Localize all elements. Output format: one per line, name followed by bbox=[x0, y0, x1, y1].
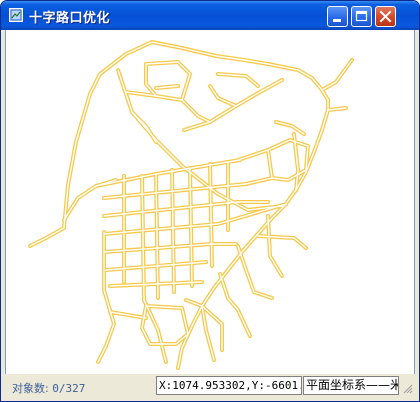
maximize-button[interactable] bbox=[351, 6, 372, 27]
road-east-link-fill bbox=[237, 149, 269, 161]
road-fill-group bbox=[29, 41, 353, 369]
close-button[interactable] bbox=[375, 6, 396, 27]
object-count-label: 对象数: bbox=[12, 382, 49, 395]
road-network-layer[interactable] bbox=[28, 40, 354, 370]
minimize-button[interactable] bbox=[327, 6, 348, 27]
road-south-link-fill bbox=[109, 311, 147, 319]
road-south-diag[interactable] bbox=[142, 298, 168, 364]
road-network-map[interactable] bbox=[6, 30, 414, 374]
status-bar: 对象数: 0/327 X:1074.953302,Y:-6601.493 平面坐… bbox=[5, 374, 415, 400]
minimize-icon bbox=[333, 19, 341, 22]
object-count: 对象数: 0/327 bbox=[12, 380, 85, 396]
window-title: 十字路口优化 bbox=[29, 11, 111, 26]
road-east-link-2-fill bbox=[245, 177, 273, 185]
road-west-spur-fill bbox=[29, 227, 65, 247]
app-window: 十字路口优化 对象数: 0/327 X:1074.953302,Y:-6601 … bbox=[0, 0, 420, 402]
maximize-icon bbox=[355, 10, 368, 22]
map-canvas[interactable] bbox=[5, 30, 415, 374]
road-east-block[interactable] bbox=[266, 138, 310, 182]
road-northeast-spur[interactable] bbox=[320, 58, 354, 92]
coordinate-readout: X:1074.953302,Y:-6601.493 bbox=[156, 376, 302, 395]
road-north-east-inner[interactable] bbox=[208, 84, 238, 108]
title-bar[interactable]: 十字路口优化 bbox=[1, 1, 419, 30]
close-icon bbox=[379, 10, 392, 23]
road-east-inner[interactable] bbox=[274, 120, 306, 136]
object-count-value: 0/327 bbox=[52, 382, 86, 395]
resize-grip-icon[interactable] bbox=[401, 382, 413, 394]
coordinate-system-readout: 平面坐标系——米 bbox=[303, 376, 399, 395]
map-app-icon[interactable] bbox=[9, 8, 23, 22]
road-south-east-2-fill bbox=[237, 245, 255, 293]
